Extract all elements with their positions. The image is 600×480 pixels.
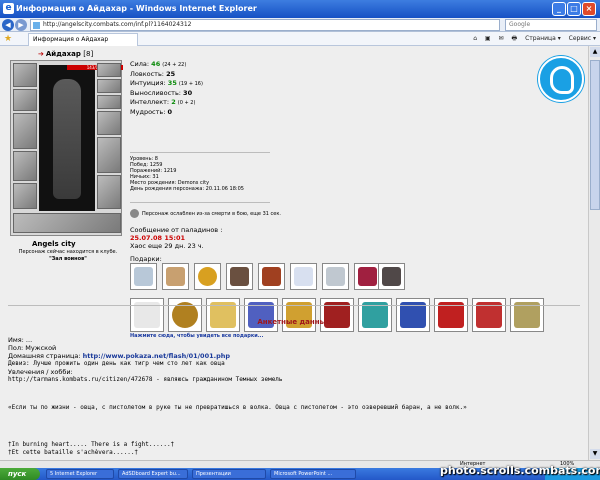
character-location: Персонаж сейчас находится в клубе. "Зал … [18,249,118,262]
profile-quote: «Если ты по жизни - овца, с пистолетом в… [8,404,467,411]
vertical-scrollbar[interactable]: ▲ ▼ [588,46,600,460]
url-input[interactable]: http://angelscity.combats.com/inf.pl?116… [30,19,500,31]
ring-slot[interactable] [97,95,121,109]
armor-slot[interactable] [13,151,37,181]
page-content: ➔ Айдахар [8] 143/143 Angels city Персона… [0,46,588,460]
gift-item[interactable] [358,298,392,332]
gift-item[interactable] [168,298,202,332]
character-nick: ➔ Айдахар [8] [38,50,94,58]
paladin-message: Сообщение от паладинов : 25.07.08 15:01 … [130,226,223,250]
gift-item[interactable] [354,263,381,290]
weakness-notice: Персонаж ослаблен из-за смерти в бою, ещ… [130,209,281,218]
weakness-icon [130,209,139,218]
weapon-slot[interactable] [13,113,37,149]
bracer-slot[interactable] [13,89,37,111]
tab-info[interactable]: Информация о Айдахар [28,33,138,46]
feeds-button[interactable]: ▣ [485,35,491,42]
stat-wisdom: Мудрость: 0 [130,108,173,116]
address-bar: ◀ ▶ http://angelscity.combats.com/inf.pl… [0,18,600,32]
close-button[interactable]: × [582,2,596,16]
character-body: 143/143 [39,65,123,211]
gift-item[interactable] [510,298,544,332]
gift-item[interactable] [226,263,253,290]
helmet-slot[interactable] [13,63,37,87]
back-button[interactable]: ◀ [2,19,14,31]
profile-data: Имя: ... Пол: Мужской Домашняя страница:… [8,336,283,383]
gift-item[interactable] [282,298,316,332]
gift-item[interactable] [130,263,157,290]
print-button[interactable]: 🖶 [511,35,517,42]
mail-button[interactable]: ✉ [499,35,504,42]
maximize-button[interactable]: □ [567,2,581,16]
profile-section-title: Анкетные данные [257,318,331,326]
gift-item[interactable] [434,298,468,332]
start-button[interactable]: пуск [0,468,40,480]
gift-item[interactable] [206,298,240,332]
homepage-link[interactable]: http://www.pokaza.net/flash/01/001.php [83,352,230,360]
forward-button[interactable]: ▶ [15,19,27,31]
gloves-slot[interactable] [97,111,121,135]
gift-item[interactable] [378,263,405,290]
gift-item[interactable] [290,263,317,290]
stat-intellect: Интеллект: 2 (0 + 2) [130,98,196,106]
ie-icon: e [3,3,14,14]
gift-item[interactable] [396,298,430,332]
search-input[interactable]: Google [505,19,597,31]
amulet-slot[interactable] [97,79,121,93]
tools-menu[interactable]: Сервис ▾ [569,35,596,42]
inventory-row[interactable] [13,213,121,233]
url-text: http://angelscity.combats.com/inf.pl?116… [43,21,192,28]
profile-verse: †In burning heart..... There is a fight.… [8,441,175,456]
earring-slot[interactable] [97,63,121,77]
gift-item[interactable] [472,298,506,332]
command-bar: ⌂ ▣ ✉ 🖶 Страница ▾ Сервис ▾ [467,34,596,44]
gift-item[interactable] [322,263,349,290]
scroll-thumb[interactable] [590,60,600,210]
divider [8,305,580,306]
taskbar-item-adsdboard[interactable]: AdSDboard Expert bu... [118,469,188,479]
gift-item[interactable] [194,263,221,290]
belt-slot[interactable] [13,183,37,209]
taskbar-item-presentations[interactable]: Презентации [192,469,266,479]
arrow-icon: ➔ [38,50,44,58]
scroll-up-icon[interactable]: ▲ [590,47,600,57]
alignment-emblem-icon [538,56,584,102]
gift-item[interactable] [320,298,354,332]
stat-agility: Ловкость: 25 [130,70,176,78]
window-title: Информация о Айдахар - Windows Internet … [16,4,257,13]
tab-bar: ★ Информация о Айдахар ⌂ ▣ ✉ 🖶 Страница … [0,32,600,46]
character-doll: 143/143 [10,60,123,236]
character-city: Angels city [32,240,76,248]
taskbar-item-powerpoint[interactable]: Microsoft PowerPoint ... [270,469,356,479]
divider [130,202,270,203]
window-titlebar: e Информация о Айдахар - Windows Interne… [0,0,600,18]
boots-slot[interactable] [97,175,121,209]
stat-endurance: Выносливость: 30 [130,89,193,97]
scroll-down-icon[interactable]: ▼ [590,449,600,459]
character-level: [8] [83,50,94,58]
minimize-button[interactable]: _ [552,2,566,16]
page-menu[interactable]: Страница ▾ [525,35,561,42]
home-button[interactable]: ⌂ [473,35,477,42]
gift-item[interactable] [258,263,285,290]
shield-slot[interactable] [97,137,121,173]
favorites-star-icon[interactable]: ★ [4,34,12,44]
gifts-label: Подарки: [130,255,162,263]
stat-intuition: Интуиция: 35 (19 + 16) [130,79,203,87]
character-silhouette [53,79,81,199]
stat-strength: Сила: 46 (24 + 22) [130,60,187,68]
page-icon [33,22,40,29]
battle-record: Уровень: 8 Побед: 1259 Поражений: 1219 Н… [130,156,244,192]
gift-item[interactable] [162,263,189,290]
watermark: photo.scrolls.combats.com [440,464,600,477]
taskbar-item-ie[interactable]: 5 Internet Explorer [46,469,114,479]
stats-block: Сила: 46 (24 + 22) Ловкость: 25 Интуиция… [130,60,203,117]
divider [130,152,270,153]
gift-item[interactable] [130,298,164,332]
gift-item[interactable] [244,298,278,332]
